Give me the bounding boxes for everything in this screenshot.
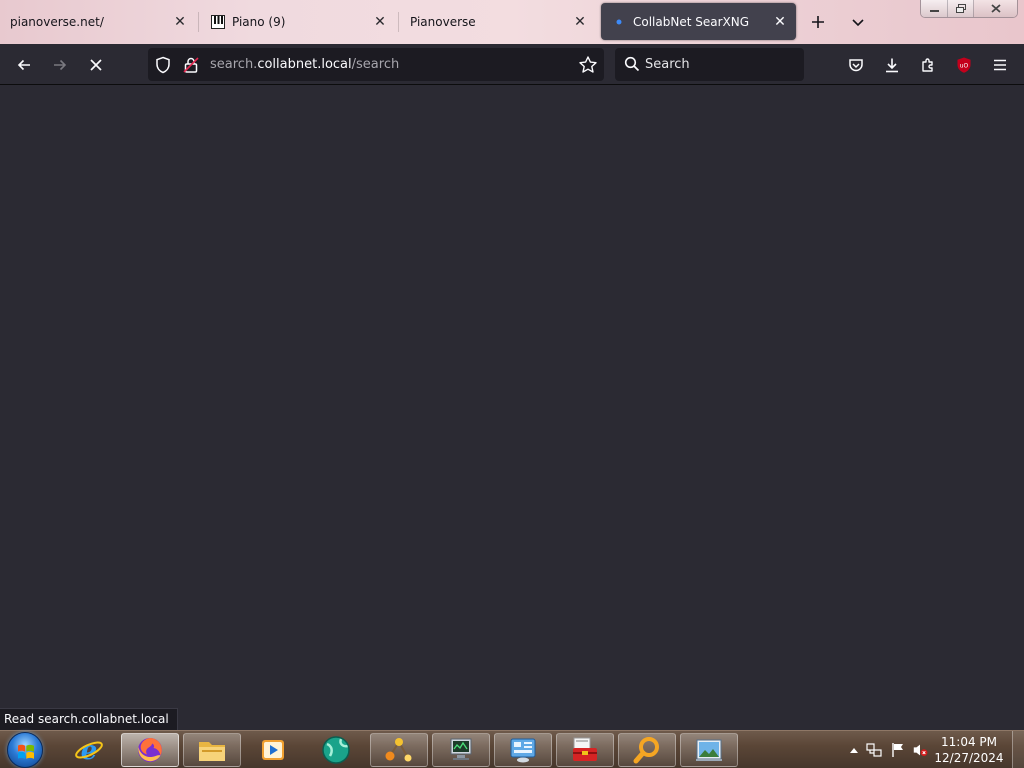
url-text[interactable]: search.collabnet.local/search — [210, 57, 399, 72]
searxng-dot-icon — [611, 14, 627, 30]
svg-text:e: e — [81, 736, 98, 765]
firefox-icon — [138, 738, 162, 762]
app-menu-button[interactable] — [987, 52, 1013, 78]
url-bar[interactable]: search.collabnet.local/search — [148, 48, 604, 81]
tab-piano[interactable]: Piano (9) ✕ — [200, 3, 396, 40]
action-center-button[interactable] — [890, 742, 906, 758]
internet-explorer-icon: e — [75, 736, 103, 765]
picture-viewer-icon — [696, 739, 722, 761]
windows-start-orb-icon — [18, 744, 34, 759]
svg-text:uO: uO — [960, 63, 969, 70]
toolbox-icon — [573, 737, 597, 761]
taskbar-monitor-app[interactable] — [432, 733, 490, 767]
network-graph-icon — [385, 738, 412, 762]
close-tab-icon[interactable]: ✕ — [772, 14, 788, 30]
tab-separator — [198, 12, 199, 32]
download-icon — [886, 58, 898, 73]
tab-title: Piano (9) — [232, 14, 286, 29]
show-hidden-icons-button[interactable] — [846, 742, 862, 758]
list-all-tabs-button[interactable] — [846, 10, 870, 34]
stop-loading-icon — [90, 59, 102, 71]
url-host: collabnet.local — [257, 57, 352, 72]
extensions-button[interactable] — [915, 52, 941, 78]
media-player-icon — [262, 740, 284, 760]
taskbar-network-graph[interactable] — [370, 733, 428, 767]
monitor-app-icon — [450, 738, 472, 760]
back-button[interactable] — [11, 52, 37, 78]
search-icon — [624, 56, 640, 72]
close-tab-icon[interactable]: ✕ — [172, 14, 188, 30]
ublock-origin-icon: uO — [957, 57, 971, 73]
volume-muted-icon — [913, 744, 928, 757]
magnifier-search-icon — [633, 737, 659, 764]
taskbar-picture-viewer[interactable] — [680, 733, 738, 767]
tab-strip: pianoverse.net/ ✕ Piano (9) ✕ Pianoverse… — [0, 0, 1024, 44]
tab-title: pianoverse.net/ — [10, 14, 104, 29]
search-bar[interactable] — [615, 48, 804, 81]
tracking-protection-shield-icon[interactable] — [154, 56, 172, 74]
tab-collabnet-searxng[interactable]: CollabNet SearXNG ✕ — [601, 3, 796, 40]
taskbar-toolbox[interactable] — [556, 733, 614, 767]
taskbar-file-explorer[interactable] — [183, 733, 241, 767]
globe-app-icon — [322, 736, 350, 764]
stop-button[interactable] — [83, 52, 109, 78]
tab-title: CollabNet SearXNG — [633, 14, 750, 29]
extensions-icon — [922, 58, 933, 72]
file-explorer-icon — [199, 742, 225, 761]
ublock-origin-button[interactable]: uO — [951, 52, 977, 78]
status-panel: Read search.collabnet.local — [0, 708, 178, 730]
network-tray-button[interactable] — [866, 742, 882, 758]
tab-pianoverse-net[interactable]: pianoverse.net/ ✕ — [0, 3, 196, 40]
clock-date: 12/27/2024 — [934, 751, 1004, 765]
taskbar-media-player[interactable] — [244, 733, 302, 767]
tab-separator — [398, 12, 399, 32]
minimize-icon — [929, 9, 939, 12]
clock-time: 11:04 PM — [941, 735, 997, 749]
taskbar-magnifier[interactable] — [618, 733, 676, 767]
minimize-button[interactable] — [921, 0, 947, 17]
close-tab-icon[interactable]: ✕ — [572, 14, 588, 30]
control-panel-icon — [510, 738, 536, 763]
bookmark-star-icon[interactable] — [578, 55, 598, 75]
taskbar-internet-explorer[interactable]: e — [60, 733, 118, 767]
piano-keys-icon — [210, 14, 226, 30]
new-tab-button[interactable] — [806, 10, 830, 34]
taskbar-globe-app[interactable] — [307, 733, 365, 767]
start-button[interactable] — [7, 732, 43, 768]
page-content — [0, 85, 1024, 730]
close-icon — [990, 4, 1001, 13]
system-clock[interactable]: 11:04 PM 12/27/2024 — [934, 734, 1004, 766]
navigation-toolbar: search.collabnet.local/search uO — [0, 44, 1024, 85]
insecure-lock-icon[interactable] — [182, 56, 200, 74]
url-prefix: search. — [210, 57, 258, 72]
close-window-button[interactable] — [973, 0, 1017, 17]
downloads-button[interactable] — [879, 52, 905, 78]
pocket-button[interactable] — [843, 52, 869, 78]
pocket-icon — [849, 59, 863, 72]
close-tab-icon[interactable]: ✕ — [372, 14, 388, 30]
chevron-down-icon — [852, 19, 864, 27]
restore-button[interactable] — [947, 0, 973, 17]
plus-icon — [812, 16, 824, 28]
forward-arrow-icon — [54, 59, 67, 71]
url-path: /search — [351, 57, 400, 72]
window-controls — [920, 0, 1018, 18]
hamburger-menu-icon — [994, 59, 1006, 71]
search-input[interactable] — [645, 54, 795, 74]
taskbar-firefox[interactable] — [121, 733, 179, 767]
volume-tray-button[interactable] — [912, 742, 928, 758]
chevron-up-icon — [850, 748, 858, 753]
flag-icon — [892, 743, 903, 757]
forward-button[interactable] — [47, 52, 73, 78]
tab-pianoverse[interactable]: Pianoverse ✕ — [400, 3, 596, 40]
show-desktop-button[interactable] — [1012, 731, 1024, 768]
screen: pianoverse.net/ ✕ Piano (9) ✕ Pianoverse… — [0, 0, 1024, 768]
taskbar-control-panel[interactable] — [494, 733, 552, 767]
windows-taskbar: e 11:04 PM 12/27/2024 — [0, 730, 1024, 768]
tab-title: Pianoverse — [410, 14, 476, 29]
back-arrow-icon — [17, 59, 30, 71]
network-icon — [866, 743, 882, 757]
restore-icon — [955, 4, 966, 13]
